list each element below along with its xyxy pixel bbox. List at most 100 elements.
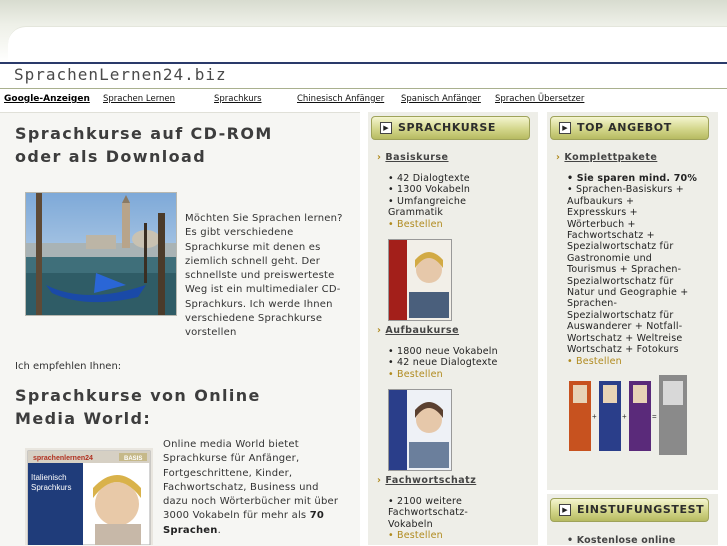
list-item: • Umfangreiche [388,195,467,207]
top-angebot-header: ▶ TOP ANGEBOT [550,116,709,140]
intro-line: Sprachkurs. Ich werde Ihnen [185,298,333,310]
omw-line: Fortgeschrittene, Kinder, [163,467,293,479]
omw-line: Sprachkurse für Anfänger, [163,453,300,465]
komplettpakete-list: • Sie sparen mind. 70% • Sprachen-Basisk… [567,173,697,367]
nav-link-chinesisch[interactable]: Chinesisch Anfänger [297,94,384,104]
list-item: Expresskurs + [567,207,638,219]
einstufungstest-item[interactable]: • Kostenlose online [567,535,676,546]
section-basiskurse[interactable]: Basiskurse [377,152,449,163]
list-item: Tourismus + Sprachen- [567,264,682,276]
product-boxes: + + = [567,375,689,457]
intro-line: Sprachkurse mit denen es [185,241,321,253]
heading-line: oder als Download [15,147,207,166]
main-heading: Sprachkurse auf CD-ROM oder als Download [15,122,273,168]
nav-link-sprachkurs[interactable]: Sprachkurs [214,94,262,104]
list-item: Spezialwortschatz für [567,309,674,321]
play-icon: ▶ [559,122,571,134]
list-item: Spezialwortschatz für [567,275,674,287]
intro-text: Möchten Sie Sprachen lernen? Es gibt ver… [185,212,350,341]
list-item: • 42 neue Dialogtexte [388,357,498,369]
list-item: Aufbaukurs + [567,195,635,207]
omw-line: 3000 Vokabeln für mehr als 70 [163,509,358,523]
banner-arc [8,26,727,67]
list-item: Wortschatz + Fotokurs [567,344,679,356]
venice-gondola-photo [25,192,177,316]
italian-course-box: sprachenlernen24 BASIS Italienisch Sprac… [25,448,153,545]
list-item: • 2100 weitere [388,496,462,507]
list-item: Fachwortschatz- [388,507,469,519]
play-icon: ▶ [380,122,392,134]
einstufungstest-title: EINSTUFUNGSTEST [577,503,705,516]
nav-bar: Google-Anzeigen Sprachen Lernen Sprachku… [0,90,727,110]
intro-line: schnellste und preiswerteste [185,270,335,282]
intro-line: vorstellen [185,327,237,339]
order-link[interactable]: • Bestellen [388,369,498,380]
box-title: Italienisch [31,473,67,482]
list-item: Grammatik [388,207,444,219]
order-link[interactable]: • Bestellen [567,356,697,367]
fachwortschatz-list: • 2100 weitere Fachwortschatz- Vokabeln … [388,496,468,542]
product-box-image[interactable]: sprachenlernen24 BASIS Italienisch Sprac… [25,448,153,545]
list-item: • 1300 Vokabeln [388,184,471,196]
basiskurs-product-image[interactable] [388,239,452,321]
sprachkurse-title: SPRACHKURSE [398,121,497,134]
nav-link-spanisch[interactable]: Spanisch Anfänger [401,94,481,104]
product-box [389,390,451,470]
plus-sign: + [592,412,597,421]
nav-link-uebersetzer[interactable]: Sprachen Übersetzer [495,94,584,104]
order-link[interactable]: • Bestellen [388,219,470,230]
omw-bold-number: 70 [309,510,325,522]
omw-line: Online media World bietet [163,439,299,450]
recommend-text: Ich empfehlen Ihnen: [15,361,122,372]
omw-text-part: . [217,524,221,536]
list-item: • 42 Dialogtexte [388,173,470,184]
omw-bold-word: Sprachen [163,524,218,536]
nav-link-sprachen-lernen[interactable]: Sprachen Lernen [103,94,175,104]
omw-line: Fachwortschatz, Business und [163,481,319,493]
list-item: Fachwortschatz + [567,230,655,242]
site-title[interactable]: SprachenLernen24.biz [14,65,227,84]
box-level: BASIS [124,456,142,462]
einstufungstest-panel: ▶ EINSTUFUNGSTEST • Kostenlose online [547,494,718,546]
top-angebot-title: TOP ANGEBOT [577,121,672,134]
heading-line: Sprachkurse von Online [15,386,261,405]
basiskurse-list: • 42 Dialogtexte • 1300 Vokabeln • Umfan… [388,173,470,230]
omw-text-part: 3000 Vokabeln für mehr als [163,510,307,522]
top-banner [0,0,727,67]
intro-line: Es gibt verschiedene [185,227,294,239]
list-item: Gastronomie und [567,252,653,264]
section-heading: Sprachkurse von Online Media World: [15,384,261,430]
omw-line: Sprachen. [163,524,358,538]
aufbaukurse-list: • 1800 neue Vokabeln • 42 neue Dialogtex… [388,346,498,380]
list-item: Wörterbuch + [567,218,636,230]
list-item: Sprachen- [567,298,618,310]
intro-line: Möchten Sie Sprachen lernen? [185,213,343,224]
list-item: • 1800 neue Vokabeln [388,346,498,357]
equals-sign: = [652,412,657,421]
google-ads-label[interactable]: Google-Anzeigen [4,94,90,104]
box-title: Sprachkurs [31,483,71,492]
savings-line: • Sie sparen mind. 70% [567,173,698,184]
heading-line: Media World: [15,409,152,428]
list-item: Spezialwortschatz für [567,241,674,253]
box-brand: sprachenlernen24 [33,455,93,462]
sprachkurse-panel: ▶ SPRACHKURSE Basiskurse • 42 Dialogtext… [368,112,538,545]
section-komplettpakete[interactable]: Komplettpakete [556,152,657,163]
omw-text: Online media World bietet Sprachkurse fü… [163,438,358,538]
gondola-image [26,193,176,315]
section-fachwortschatz[interactable]: Fachwortschatz [377,475,476,486]
order-link[interactable]: • Bestellen [388,530,468,541]
komplettpaket-product-image[interactable]: + + = [567,375,689,457]
list-item: • Sprachen-Basiskurs + [567,184,684,196]
intro-line: Weg ist ein multimedialer CD- [185,284,341,296]
top-angebot-panel: ▶ TOP ANGEBOT Komplettpakete • Sie spare… [547,112,718,490]
section-aufbaukurse[interactable]: Aufbaukurse [377,325,459,336]
sprachkurse-header: ▶ SPRACHKURSE [371,116,530,140]
list-item: Auswanderer + Notfall- [567,321,683,333]
product-box [389,240,451,320]
list-item: Natur und Geographie + [567,287,689,299]
aufbaukurs-product-image[interactable] [388,389,452,471]
list-item: Wortschatz + Weltreise [567,332,683,344]
list-item: Vokabeln [388,518,433,530]
intro-line: verschiedene Sprachkurse [185,313,323,325]
